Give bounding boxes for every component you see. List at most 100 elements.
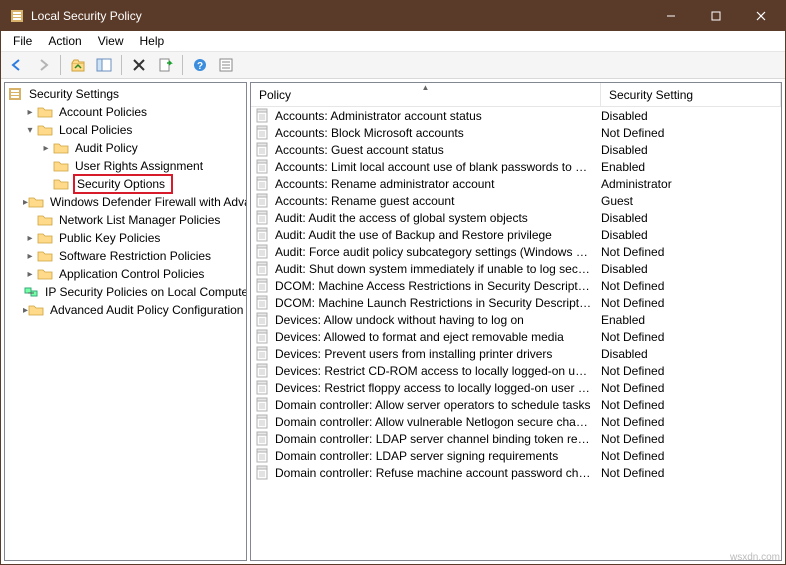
policy-row[interactable]: Domain controller: LDAP server channel b… bbox=[251, 430, 781, 447]
tree-item[interactable]: ▸Advanced Audit Policy Configuration bbox=[7, 301, 244, 319]
policy-setting: Disabled bbox=[601, 109, 781, 123]
tree-label: Audit Policy bbox=[73, 141, 140, 155]
policy-row[interactable]: Audit: Shut down system immediately if u… bbox=[251, 260, 781, 277]
policy-row[interactable]: Accounts: Rename administrator accountAd… bbox=[251, 175, 781, 192]
menubar: File Action View Help bbox=[1, 31, 785, 51]
column-label: Policy bbox=[259, 88, 291, 102]
policy-icon bbox=[255, 108, 271, 124]
up-button[interactable] bbox=[66, 53, 90, 77]
list-pane: Policy ▲ Security Setting Accounts: Admi… bbox=[250, 82, 782, 561]
tree-item[interactable]: ▸Windows Defender Firewall with Advanced… bbox=[7, 193, 244, 211]
policy-row[interactable]: Domain controller: Allow server operator… bbox=[251, 396, 781, 413]
folder-icon bbox=[37, 104, 53, 120]
folder-icon bbox=[37, 230, 53, 246]
tree-label: IP Security Policies on Local Computer bbox=[43, 285, 246, 299]
policy-icon bbox=[255, 431, 271, 447]
menu-help[interactable]: Help bbox=[132, 32, 173, 50]
app-icon bbox=[9, 8, 25, 24]
policy-setting: Administrator bbox=[601, 177, 781, 191]
tree-label: User Rights Assignment bbox=[73, 159, 205, 173]
tree-item[interactable]: ▸Account Policies bbox=[7, 103, 244, 121]
list-header: Policy ▲ Security Setting bbox=[251, 83, 781, 107]
policy-icon bbox=[255, 278, 271, 294]
policy-setting: Not Defined bbox=[601, 415, 781, 429]
policy-row[interactable]: Accounts: Rename guest accountGuest bbox=[251, 192, 781, 209]
policy-icon bbox=[255, 448, 271, 464]
tree-expander-icon[interactable]: ▸ bbox=[23, 267, 37, 281]
watermark: wsxdn.com bbox=[730, 552, 780, 563]
policy-row[interactable]: Domain controller: Refuse machine accoun… bbox=[251, 464, 781, 481]
policy-icon bbox=[255, 244, 271, 260]
tree-label: Network List Manager Policies bbox=[57, 213, 222, 227]
policy-name: Devices: Restrict CD-ROM access to local… bbox=[275, 364, 601, 378]
policy-name: Accounts: Rename guest account bbox=[275, 194, 601, 208]
tree-item[interactable]: IP Security Policies on Local Computer bbox=[7, 283, 244, 301]
policy-row[interactable]: Domain controller: Allow vulnerable Netl… bbox=[251, 413, 781, 430]
policy-icon bbox=[255, 125, 271, 141]
back-button[interactable] bbox=[5, 53, 29, 77]
properties-button[interactable] bbox=[214, 53, 238, 77]
policy-icon bbox=[255, 397, 271, 413]
policy-row[interactable]: Audit: Audit the access of global system… bbox=[251, 209, 781, 226]
toolbar-separator bbox=[182, 55, 183, 75]
policy-list[interactable]: Accounts: Administrator account statusDi… bbox=[251, 107, 781, 560]
window-title: Local Security Policy bbox=[31, 9, 648, 23]
policy-name: Domain controller: LDAP server channel b… bbox=[275, 432, 601, 446]
policy-row[interactable]: DCOM: Machine Access Restrictions in Sec… bbox=[251, 277, 781, 294]
close-button[interactable] bbox=[738, 1, 783, 31]
tree-item[interactable]: ▾Local Policies bbox=[7, 121, 244, 139]
policy-row[interactable]: Accounts: Limit local account use of bla… bbox=[251, 158, 781, 175]
menu-view[interactable]: View bbox=[90, 32, 132, 50]
policy-row[interactable]: Devices: Restrict CD-ROM access to local… bbox=[251, 362, 781, 379]
tree-label: Advanced Audit Policy Configuration bbox=[48, 303, 245, 317]
policy-row[interactable]: DCOM: Machine Launch Restrictions in Sec… bbox=[251, 294, 781, 311]
tree-item[interactable]: Security Options bbox=[7, 175, 244, 193]
policy-name: Audit: Audit the use of Backup and Resto… bbox=[275, 228, 601, 242]
tree-item[interactable]: ▸ Audit Policy bbox=[7, 139, 244, 157]
tree-root[interactable]: Security Settings bbox=[7, 85, 244, 103]
policy-icon bbox=[255, 414, 271, 430]
tree-item[interactable]: ▸ Public Key Policies bbox=[7, 229, 244, 247]
policy-setting: Not Defined bbox=[601, 432, 781, 446]
column-header-policy[interactable]: Policy ▲ bbox=[251, 83, 601, 106]
policy-name: Devices: Allowed to format and eject rem… bbox=[275, 330, 601, 344]
policy-row[interactable]: Domain controller: LDAP server signing r… bbox=[251, 447, 781, 464]
policy-icon bbox=[255, 193, 271, 209]
menu-file[interactable]: File bbox=[5, 32, 40, 50]
tree-item[interactable]: User Rights Assignment bbox=[7, 157, 244, 175]
policy-row[interactable]: Devices: Prevent users from installing p… bbox=[251, 345, 781, 362]
policy-row[interactable]: Accounts: Guest account statusDisabled bbox=[251, 141, 781, 158]
policy-setting: Not Defined bbox=[601, 398, 781, 412]
policy-icon bbox=[255, 176, 271, 192]
tree-item[interactable]: ▸Application Control Policies bbox=[7, 265, 244, 283]
sort-asc-icon: ▲ bbox=[422, 83, 430, 92]
policy-row[interactable]: Devices: Restrict floppy access to local… bbox=[251, 379, 781, 396]
tree-expander-icon[interactable]: ▸ bbox=[23, 105, 37, 119]
policy-row[interactable]: Accounts: Administrator account statusDi… bbox=[251, 107, 781, 124]
policy-row[interactable]: Audit: Force audit policy subcategory se… bbox=[251, 243, 781, 260]
minimize-button[interactable] bbox=[648, 1, 693, 31]
policy-row[interactable]: Accounts: Block Microsoft accountsNot De… bbox=[251, 124, 781, 141]
policy-row[interactable]: Devices: Allowed to format and eject rem… bbox=[251, 328, 781, 345]
tree-item[interactable]: ▸Software Restriction Policies bbox=[7, 247, 244, 265]
column-header-setting[interactable]: Security Setting bbox=[601, 83, 781, 106]
tree-item[interactable]: Network List Manager Policies bbox=[7, 211, 244, 229]
security-tree[interactable]: Security Settings▸Account Policies▾Local… bbox=[5, 83, 246, 560]
export-button[interactable] bbox=[153, 53, 177, 77]
maximize-button[interactable] bbox=[693, 1, 738, 31]
policy-name: Accounts: Limit local account use of bla… bbox=[275, 160, 601, 174]
policy-setting: Disabled bbox=[601, 262, 781, 276]
menu-action[interactable]: Action bbox=[40, 32, 89, 50]
tree-expander-icon[interactable]: ▾ bbox=[23, 123, 37, 137]
tree-label: Public Key Policies bbox=[57, 231, 162, 245]
forward-button[interactable] bbox=[31, 53, 55, 77]
policy-row[interactable]: Devices: Allow undock without having to … bbox=[251, 311, 781, 328]
tree-expander-icon[interactable]: ▸ bbox=[39, 141, 53, 155]
show-hide-tree-button[interactable] bbox=[92, 53, 116, 77]
tree-expander-icon[interactable]: ▸ bbox=[23, 249, 37, 263]
help-button[interactable]: ? bbox=[188, 53, 212, 77]
tree-expander-icon[interactable]: ▸ bbox=[23, 231, 37, 245]
policy-setting: Not Defined bbox=[601, 381, 781, 395]
policy-row[interactable]: Audit: Audit the use of Backup and Resto… bbox=[251, 226, 781, 243]
delete-button[interactable] bbox=[127, 53, 151, 77]
